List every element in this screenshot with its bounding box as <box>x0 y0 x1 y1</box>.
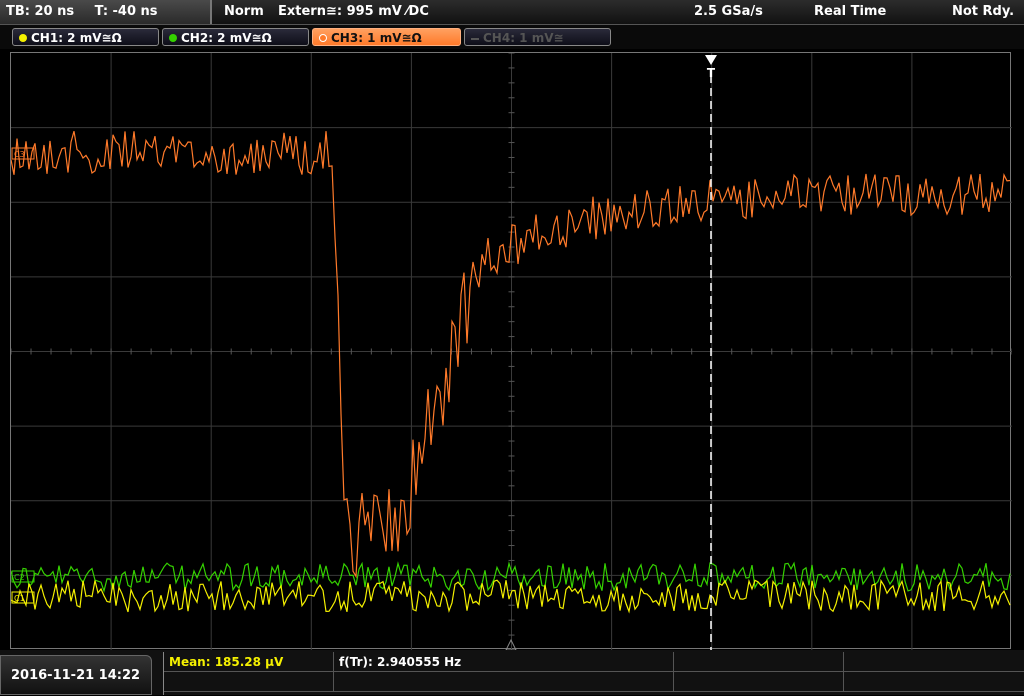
measurement-slot-6[interactable] <box>334 672 674 692</box>
trigger-label: T <box>707 66 716 80</box>
date-time-display: 2016-11-21 14:22 <box>0 655 152 695</box>
trigger-mode: Norm <box>224 4 264 19</box>
channel-3-ref-label: C3 <box>14 150 25 159</box>
measurement-slot-3[interactable] <box>674 652 844 672</box>
channel-2-label: CH2: 2 mV≅Ω <box>181 31 272 45</box>
channel-3-trace <box>11 131 1011 579</box>
channel-1-ref-label: C1 <box>14 594 25 603</box>
channel-4-button[interactable]: CH4: 1 mV≅ <box>464 28 611 46</box>
trigger-source: Extern≅: 995 mV ⁄DC <box>278 4 429 19</box>
sample-rate: 2.5 GSa/s <box>694 4 763 19</box>
acquisition-mode: Real Time <box>814 4 887 19</box>
timebase-value: TB: 20 ns <box>6 4 75 19</box>
channel-bar: CH1: 2 mV≅Ω CH2: 2 mV≅Ω CH3: 1 mV≅Ω CH4:… <box>0 25 1024 49</box>
timebase-panel[interactable]: TB: 20 ns T: -40 ns <box>0 0 212 24</box>
channel-3-indicator-icon <box>319 33 327 42</box>
channel-2-indicator-icon <box>169 33 177 42</box>
waveform-display[interactable]: T C3 C2 C1 <box>10 52 1012 650</box>
channel-3-button[interactable]: CH3: 1 mV≅Ω <box>312 28 461 46</box>
frequency-measurement[interactable]: f(Tr): 2.940555 Hz <box>334 652 674 672</box>
measurement-slot-7[interactable] <box>674 672 844 692</box>
channel-2-ref-label: C2 <box>14 573 25 582</box>
measurement-slot-5[interactable] <box>164 672 334 692</box>
trigger-offset-value: T: -40 ns <box>94 4 158 19</box>
channel-1-button[interactable]: CH1: 2 mV≅Ω <box>12 28 159 46</box>
trigger-panel[interactable]: Norm Extern≅: 995 mV ⁄DC 2.5 GSa/s Real … <box>214 0 1024 24</box>
date-time-label: 2016-11-21 14:22 <box>11 668 141 683</box>
trigger-position-marker-icon[interactable] <box>705 55 717 65</box>
trigger-status: Not Rdy. <box>952 4 1015 19</box>
measurement-panel[interactable]: Mean: 185.28 µV f(Tr): 2.940555 Hz <box>163 652 1024 695</box>
channel-1-trace <box>11 578 1011 614</box>
waveform-canvas: T C3 C2 C1 <box>11 53 1012 650</box>
channel-3-label: CH3: 1 mV≅Ω <box>331 31 422 45</box>
measurement-slot-8[interactable] <box>844 672 1024 692</box>
mean-measurement[interactable]: Mean: 185.28 µV <box>164 652 334 672</box>
channel-2-trace <box>11 561 1011 594</box>
measurement-slot-4[interactable] <box>844 652 1024 672</box>
channel-4-off-icon <box>471 37 479 40</box>
graticule <box>11 53 1012 650</box>
channel-2-button[interactable]: CH2: 2 mV≅Ω <box>162 28 309 46</box>
channel-1-indicator-icon <box>19 33 27 42</box>
channel-1-label: CH1: 2 mV≅Ω <box>31 31 122 45</box>
status-bar: TB: 20 ns T: -40 ns Norm Extern≅: 995 mV… <box>0 0 1024 25</box>
channel-4-label: CH4: 1 mV≅ <box>483 31 564 45</box>
